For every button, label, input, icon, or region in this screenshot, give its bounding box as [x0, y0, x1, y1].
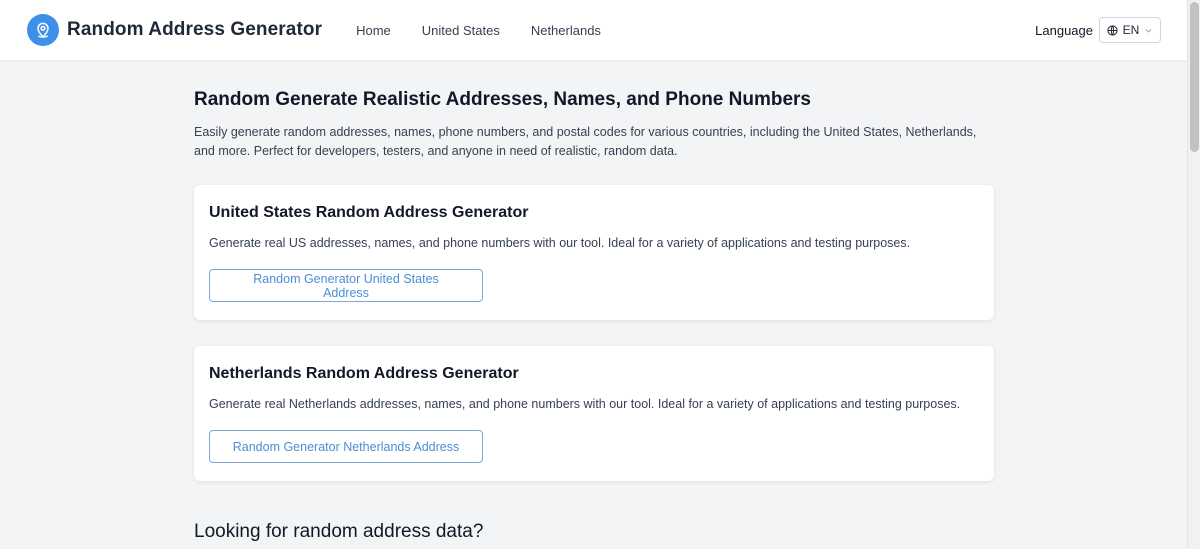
card-title: Netherlands Random Address Generator	[209, 365, 519, 382]
nav-home[interactable]: Home	[356, 23, 391, 38]
us-generator-card: United States Random Address Generator G…	[194, 185, 994, 320]
nav-united-states[interactable]: United States	[422, 23, 500, 38]
site-header: Random Address Generator Home United Sta…	[0, 0, 1187, 60]
nav-netherlands[interactable]: Netherlands	[531, 23, 601, 38]
generate-us-address-button[interactable]: Random Generator United States Address	[209, 269, 483, 302]
page-scrollbar[interactable]	[1187, 0, 1200, 549]
language-value: EN	[1122, 23, 1140, 37]
card-description: Generate real US addresses, names, and p…	[209, 236, 911, 250]
language-select[interactable]: EN	[1099, 17, 1161, 43]
language-switcher: Language EN	[1035, 17, 1161, 43]
nl-generator-card: Netherlands Random Address Generator Gen…	[194, 346, 994, 481]
brand-logo[interactable]: Random Address Generator	[27, 14, 322, 46]
main-nav: Home United States Netherlands	[356, 23, 632, 38]
generate-nl-address-button[interactable]: Random Generator Netherlands Address	[209, 430, 483, 463]
card-title: United States Random Address Generator	[209, 204, 529, 221]
page-title: Random Generate Realistic Addresses, Nam…	[194, 89, 811, 110]
scrollbar-thumb[interactable]	[1190, 2, 1199, 152]
section-title: Looking for random address data?	[194, 521, 484, 542]
card-description: Generate real Netherlands addresses, nam…	[209, 397, 961, 411]
chevron-down-icon	[1144, 26, 1153, 35]
map-pin-icon	[27, 14, 59, 46]
globe-icon	[1107, 24, 1118, 36]
brand-title: Random Address Generator	[67, 19, 323, 40]
page-description: Easily generate random addresses, names,…	[194, 125, 977, 158]
language-label: Language	[1035, 22, 1093, 38]
